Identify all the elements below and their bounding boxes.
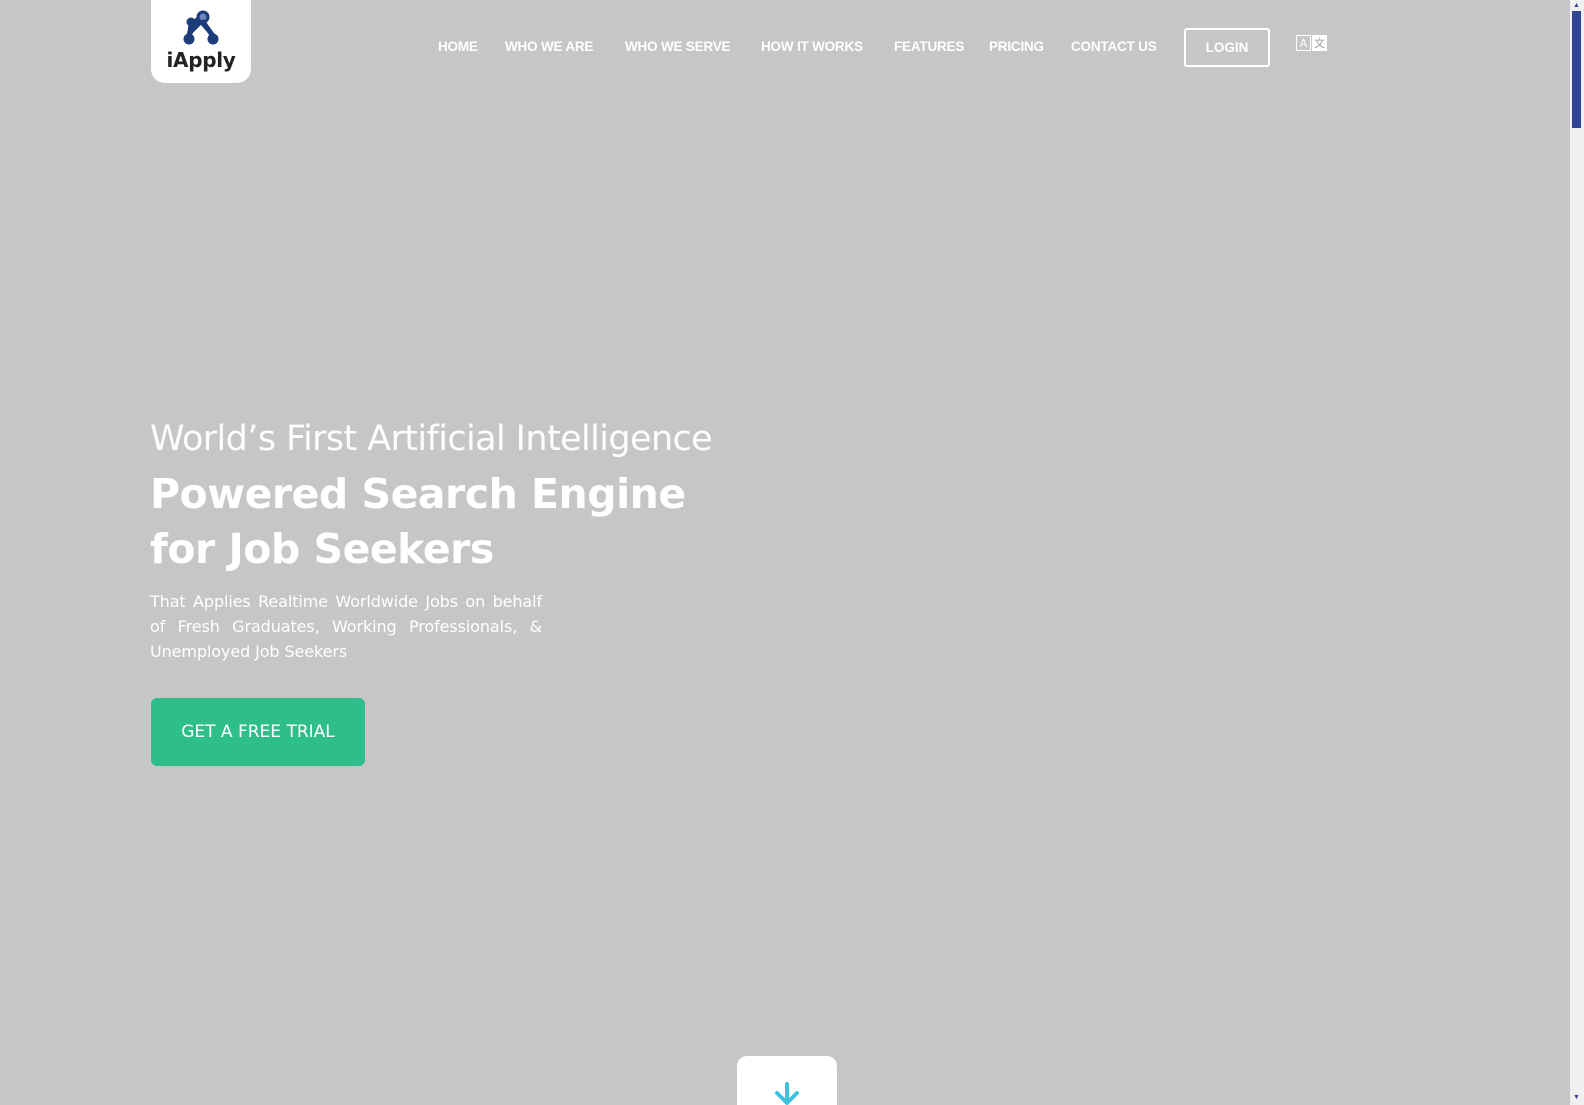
nav-features[interactable]: FEATURES bbox=[894, 39, 964, 54]
hero-tagline: World’s First Artificial Intelligence bbox=[150, 419, 713, 459]
nav-pricing[interactable]: PRICING bbox=[989, 39, 1044, 54]
hero-subtitle: That Applies Realtime Worldwide Jobs on … bbox=[150, 592, 542, 661]
scroll-down-button[interactable] bbox=[737, 1056, 837, 1105]
arrow-down-icon bbox=[775, 1082, 799, 1105]
main-nav: HOME WHO WE ARE WHO WE SERVE HOW IT WORK… bbox=[0, 0, 1570, 94]
scrollbar-thumb[interactable] bbox=[1572, 11, 1581, 128]
page: iApply HOME WHO WE ARE WHO WE SERVE HOW … bbox=[0, 0, 1570, 1105]
hero-title: Powered Search Engine for Job Seekers bbox=[150, 467, 770, 577]
scroll-up-arrow-icon[interactable]: ▲ bbox=[1572, 1, 1581, 10]
scroll-down-arrow-icon[interactable]: ▼ bbox=[1572, 1093, 1581, 1102]
nav-how-it-works[interactable]: HOW IT WORKS bbox=[761, 39, 863, 54]
translate-icon-latin: A bbox=[1296, 35, 1311, 51]
nav-home[interactable]: HOME bbox=[438, 39, 478, 54]
translate-icon-cjk: 文 bbox=[1312, 35, 1327, 51]
nav-who-we-are[interactable]: WHO WE ARE bbox=[505, 39, 593, 54]
free-trial-button[interactable]: GET A FREE TRIAL bbox=[151, 698, 365, 766]
nav-who-we-serve[interactable]: WHO WE SERVE bbox=[625, 39, 731, 54]
nav-contact-us[interactable]: CONTACT US bbox=[1071, 39, 1157, 54]
hero-title-line-2: for Job Seekers bbox=[150, 525, 494, 573]
hero-title-line-1: Powered Search Engine bbox=[150, 470, 686, 518]
translate-icon[interactable]: A 文 bbox=[1296, 35, 1327, 51]
login-button[interactable]: LOGIN bbox=[1184, 28, 1270, 67]
page-scrollbar[interactable]: ▲ ▼ bbox=[1570, 0, 1584, 1105]
